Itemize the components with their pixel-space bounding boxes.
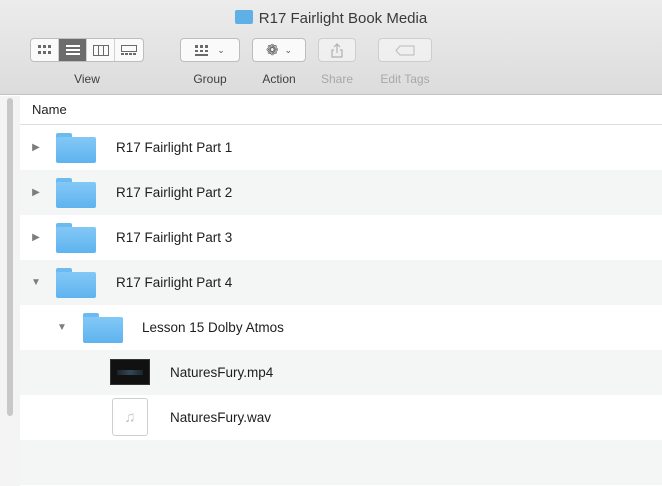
column-header-name[interactable]: Name [20,96,662,125]
disclosure-triangle-down-icon[interactable]: ▼ [30,277,42,289]
share-button[interactable] [318,38,356,62]
list-item[interactable]: ▶ R17 Fairlight Part 3 [20,215,662,260]
empty-row [20,440,662,485]
window-title-text: R17 Fairlight Book Media [258,10,428,27]
folder-icon [56,177,96,208]
list-icon [65,45,80,55]
scrollbar-track[interactable] [0,96,20,486]
share-icon [331,42,343,58]
action-label: Action [262,72,296,86]
folder-icon [56,132,96,163]
edit-tags-label: Edit Tags [380,72,430,86]
disclosure-triangle-right-icon[interactable]: ▶ [30,142,42,154]
disclosure-triangle-right-icon[interactable]: ▶ [30,187,42,199]
folder-icon [234,10,253,24]
gallery-icon [121,44,137,55]
icon-view-button[interactable] [31,39,59,61]
audio-file-icon: ♫ [112,398,148,436]
column-view-button[interactable] [87,39,115,61]
disclosure-triangle-right-icon[interactable]: ▶ [30,232,42,244]
view-segmented-control [30,38,144,62]
window-titlebar: R17 Fairlight Book Media View ⌄ Group ❁ … [0,0,662,95]
list-item[interactable]: ▼ Lesson 15 Dolby Atmos [20,305,662,350]
file-list: Name ▶ R17 Fairlight Part 1 ▶ R17 Fairli… [20,96,662,486]
group-label: Group [193,72,227,86]
chevron-down-icon: ⌄ [217,44,225,55]
gear-icon: ❁ [265,42,279,59]
action-button[interactable]: ❁ ⌄ [252,38,306,62]
icon-grid-icon [37,45,51,54]
item-name: R17 Fairlight Part 3 [116,230,233,245]
folder-icon [56,267,96,298]
tag-icon [395,45,415,55]
gallery-view-button[interactable] [115,39,143,61]
list-item[interactable]: ▶ R17 Fairlight Part 1 [20,125,662,170]
list-item[interactable]: ♫ NaturesFury.wav [20,395,662,440]
view-label: View [74,72,100,86]
columns-icon [92,44,109,56]
edit-tags-button[interactable] [378,38,432,62]
video-thumbnail-icon [110,359,150,385]
item-name: R17 Fairlight Part 1 [116,140,233,155]
item-name: NaturesFury.mp4 [170,365,274,380]
scrollbar-thumb[interactable] [7,98,13,416]
list-item[interactable]: NaturesFury.mp4 [20,350,662,395]
group-button[interactable]: ⌄ [180,38,240,62]
list-item[interactable]: ▼ R17 Fairlight Part 4 [20,260,662,305]
list-item[interactable]: ▶ R17 Fairlight Part 2 [20,170,662,215]
chevron-down-icon: ⌄ [284,44,293,55]
item-name: Lesson 15 Dolby Atmos [142,320,284,335]
item-name: R17 Fairlight Part 2 [116,185,233,200]
folder-icon [83,312,123,343]
window-title: R17 Fairlight Book Media [0,10,662,27]
item-name: NaturesFury.wav [170,410,272,425]
disclosure-triangle-down-icon[interactable]: ▼ [56,322,68,334]
group-grid-icon [195,44,209,56]
share-label: Share [320,72,354,86]
list-view-button[interactable] [59,39,87,61]
folder-icon [56,222,96,253]
item-name: R17 Fairlight Part 4 [116,275,233,290]
